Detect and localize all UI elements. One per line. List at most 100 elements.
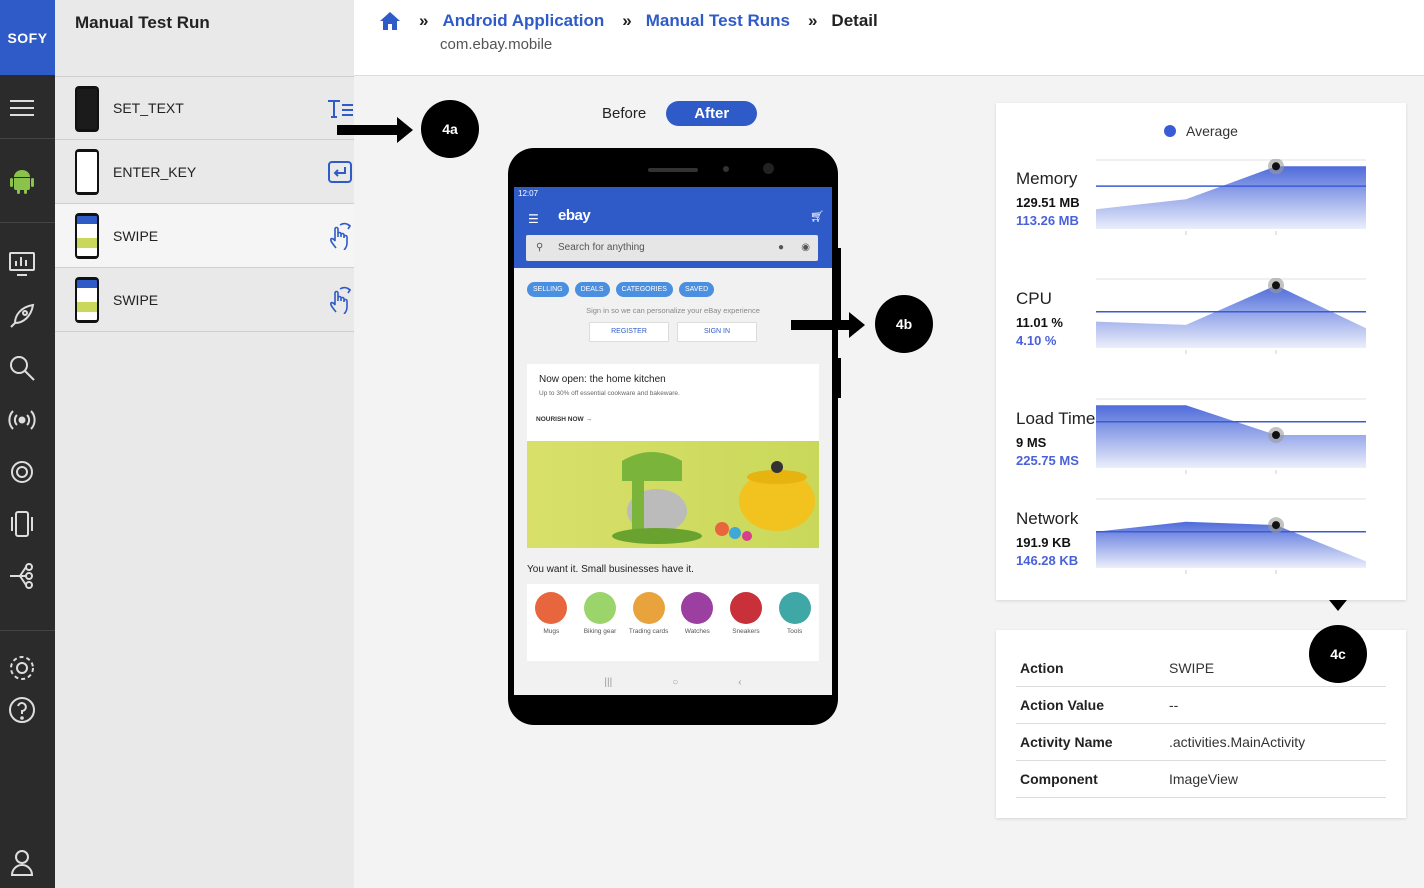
cart-icon: 🛒︎ <box>810 211 824 223</box>
breadcrumb: » Android Application » Manual Test Runs… <box>379 11 878 31</box>
metric-area <box>1096 405 1366 468</box>
current-point <box>1272 521 1280 530</box>
chip: SAVED <box>678 282 715 297</box>
promo-image <box>527 441 819 548</box>
dashboard-icon[interactable] <box>6 248 38 280</box>
arrow-right-icon <box>791 312 865 338</box>
before-after-toggle: Before After <box>588 101 758 126</box>
current-point <box>1272 431 1280 439</box>
step-label: SWIPE <box>113 291 159 308</box>
category-item: Sneakers <box>725 592 767 661</box>
promo-title: Now open: the home kitchen <box>539 374 666 385</box>
left-rail: SOFY <box>0 0 55 888</box>
search-field: ⚲ Search for anything ● ◉ <box>526 235 818 261</box>
step-thumbnail <box>75 277 99 323</box>
marker-4a: 4a <box>421 100 479 158</box>
current-point <box>1272 281 1280 290</box>
steps-panel: Manual Test Run SET_TEXT ENTER_KEY SWIPE… <box>55 0 354 888</box>
settings-check-icon[interactable] <box>6 456 38 488</box>
brand-logo[interactable]: SOFY <box>0 0 55 75</box>
user-icon[interactable] <box>6 846 38 878</box>
small-business-heading: You want it. Small businesses have it. <box>527 564 694 575</box>
steps-title: Manual Test Run <box>75 13 210 32</box>
after-button[interactable]: After <box>666 101 758 126</box>
recents-icon: ||| <box>604 676 613 688</box>
register-button: REGISTER <box>589 322 669 342</box>
package-name: com.ebay.mobile <box>440 36 553 53</box>
step-label: ENTER_KEY <box>113 163 197 180</box>
chip: CATEGORIES <box>615 282 673 297</box>
device-screen[interactable]: 12:07 ☰ ebay 🛒︎ ⚲ Search for anything ● … <box>514 187 832 695</box>
before-button[interactable]: Before <box>588 101 660 126</box>
detail-row: Component ImageView <box>1016 761 1386 798</box>
text-input-icon <box>326 95 354 123</box>
metric-area <box>1096 521 1366 568</box>
app-logo: ebay <box>558 207 591 224</box>
metric-area <box>1096 166 1366 229</box>
step-item[interactable]: SET_TEXT <box>55 76 354 140</box>
broadcast-icon[interactable] <box>6 404 38 436</box>
category-item: Tools <box>774 592 816 661</box>
gear-icon[interactable] <box>6 652 38 684</box>
performance-metrics-card: Average Memory 129.51 MB 113.26 MB CPU 1… <box>996 103 1406 600</box>
enter-key-icon <box>326 158 354 186</box>
search-icon: ⚲ <box>536 242 544 253</box>
step-item[interactable]: SWIPE <box>55 268 354 332</box>
swipe-hand-icon <box>326 222 354 251</box>
device-icon[interactable] <box>6 508 38 540</box>
menu-icon[interactable] <box>6 92 38 124</box>
category-item: Trading cards <box>628 592 670 661</box>
network-sparkline <box>1096 498 1366 574</box>
breadcrumb-manual-test-runs[interactable]: Manual Test Runs <box>646 11 790 31</box>
breadcrumb-android-application[interactable]: Android Application <box>442 11 604 31</box>
swipe-hand-icon <box>326 286 354 315</box>
marker-4c: 4c <box>1309 625 1367 683</box>
legend-dot <box>1164 125 1176 137</box>
menu-icon: ☰ <box>528 212 539 226</box>
category-row: Mugs Biking gear Trading cards Watches S… <box>527 584 819 661</box>
step-label: SWIPE <box>113 227 159 244</box>
load-time-sparkline <box>1096 398 1366 474</box>
status-bar-time: 12:07 <box>514 187 832 201</box>
search-test-icon[interactable] <box>6 352 38 384</box>
rocket-icon[interactable] <box>6 300 38 332</box>
category-item: Biking gear <box>579 592 621 661</box>
chip-row: SELLING DEALS CATEGORIES SAVED <box>527 282 715 297</box>
step-thumbnail <box>75 149 99 195</box>
chip: SELLING <box>527 282 569 297</box>
home-circle-icon: ○ <box>672 676 679 688</box>
device-frame: 12:07 ☰ ebay 🛒︎ ⚲ Search for anything ● … <box>508 148 841 725</box>
marker-4b: 4b <box>875 295 933 353</box>
sign-in-button: SIGN IN <box>677 322 757 342</box>
android-nav-bar: ||| ○ ‹ <box>514 669 832 695</box>
cpu-sparkline <box>1096 278 1366 354</box>
detail-row: Action Value -- <box>1016 687 1386 724</box>
signin-prompt: Sign in so we can personalize your eBay … <box>586 306 760 315</box>
home-icon[interactable] <box>379 11 401 31</box>
android-icon[interactable] <box>6 165 38 197</box>
arrow-right-icon <box>337 117 413 143</box>
step-thumbnail <box>75 86 99 132</box>
step-item[interactable]: ENTER_KEY <box>55 140 354 204</box>
app-header: ☰ ebay 🛒︎ ⚲ Search for anything ● ◉ <box>514 201 832 268</box>
breadcrumb-current: Detail <box>831 11 878 30</box>
step-label: SET_TEXT <box>113 100 184 116</box>
share-flow-icon[interactable] <box>6 560 38 592</box>
category-item: Mugs <box>530 592 572 661</box>
metric-area <box>1096 285 1366 348</box>
step-item[interactable]: SWIPE <box>55 204 354 268</box>
promo-link: NOURISH NOW → <box>536 416 592 423</box>
mic-icon: ● <box>777 242 784 253</box>
promo-card: Now open: the home kitchen Up to 30% off… <box>527 364 819 548</box>
back-icon: ‹ <box>738 676 742 688</box>
promo-subtitle: Up to 30% off essential cookware and bak… <box>539 390 680 397</box>
current-point <box>1272 162 1280 171</box>
chip: DEALS <box>574 282 610 297</box>
camera-icon: ◉ <box>801 242 810 253</box>
chart-legend: Average <box>1164 123 1238 139</box>
step-thumbnail <box>75 213 99 259</box>
memory-sparkline <box>1096 159 1366 235</box>
help-icon[interactable] <box>6 694 38 726</box>
detail-row: Activity Name .activities.MainActivity <box>1016 724 1386 761</box>
header: » Android Application » Manual Test Runs… <box>354 0 1424 76</box>
